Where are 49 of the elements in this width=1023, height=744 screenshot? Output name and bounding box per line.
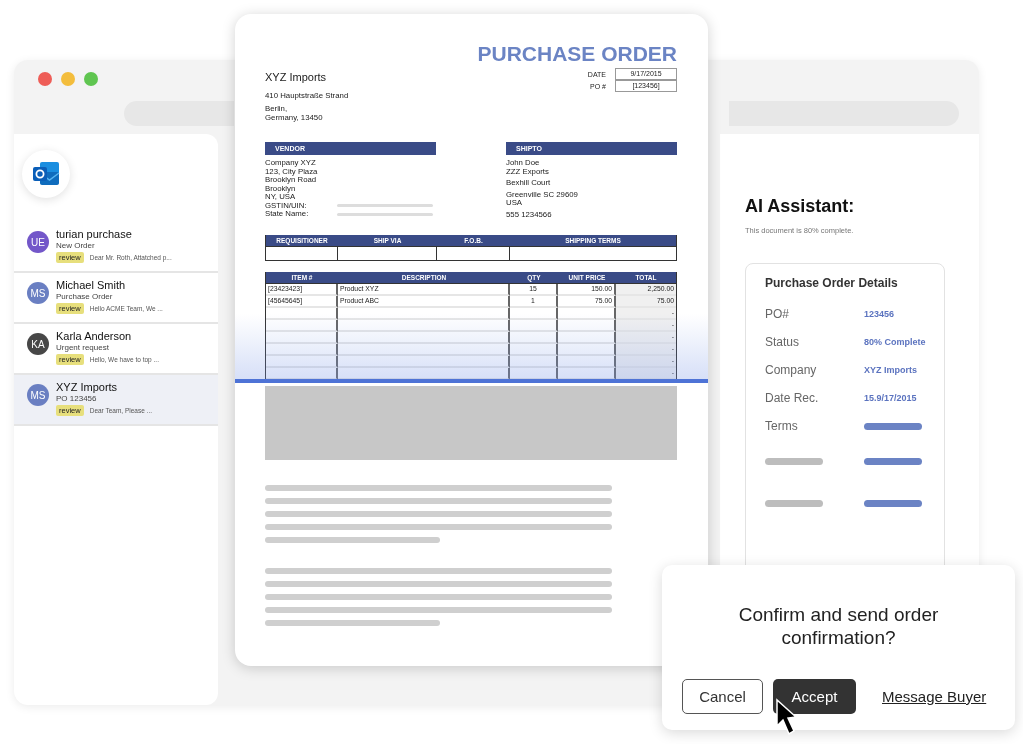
- mail-app-icon[interactable]: [22, 150, 70, 198]
- field-value: XYZ Imports: [864, 365, 917, 375]
- avatar: MS: [27, 384, 49, 406]
- sender-name: XYZ Imports: [56, 381, 119, 393]
- mail-subject: Purchase Order: [56, 292, 114, 301]
- dialog-message: Confirm and send order confirmation?: [738, 603, 939, 649]
- avatar: MS: [27, 282, 49, 304]
- field-value: 15.9/17/2015: [864, 393, 917, 403]
- company-name: XYZ Imports: [265, 71, 328, 83]
- accept-button[interactable]: Accept: [773, 679, 856, 714]
- field-label: Date Rec.: [765, 391, 820, 405]
- sender-name: turian purchase: [56, 228, 133, 240]
- table-cell: [510, 332, 558, 344]
- label-placeholder: [765, 499, 823, 507]
- mail-subject: New Order: [56, 241, 96, 250]
- field-label: PO#: [765, 307, 790, 321]
- field-label: Status: [765, 335, 801, 349]
- table-cell: [510, 344, 558, 356]
- cancel-button[interactable]: Cancel: [682, 679, 763, 714]
- close-dot-icon[interactable]: [38, 72, 52, 86]
- mail-subject: Urgent request: [56, 343, 110, 352]
- field-value: 123456: [864, 309, 895, 319]
- table-cell: [510, 308, 558, 320]
- table-cell: [266, 332, 338, 344]
- sender-name: Karla Anderson: [56, 330, 133, 342]
- value-placeholder: [864, 457, 922, 465]
- field-value: 80% Complete: [864, 337, 926, 347]
- table-cell: [266, 344, 338, 356]
- document-title: PURCHASE ORDER: [477, 42, 677, 66]
- zoom-dot-icon[interactable]: [84, 72, 98, 86]
- address-bar[interactable]: [124, 101, 234, 126]
- message-buyer-link[interactable]: Message Buyer: [882, 688, 987, 705]
- table-cell: [510, 320, 558, 332]
- value-placeholder: [864, 499, 922, 507]
- mail-subject: PO 123456: [56, 394, 98, 403]
- field-label: Company: [765, 363, 818, 377]
- minimize-dot-icon[interactable]: [61, 72, 75, 86]
- value-placeholder: [864, 422, 922, 430]
- avatar: UE: [27, 231, 49, 253]
- sender-name: Michael Smith: [56, 279, 127, 291]
- card-title: Purchase Order Details: [765, 276, 899, 290]
- field-label: Terms: [765, 419, 799, 433]
- table-cell: [266, 308, 338, 320]
- table-cell: [510, 356, 558, 368]
- avatar: KA: [27, 333, 49, 355]
- label-placeholder: [765, 457, 823, 465]
- assistant-title: AI Assistant:: [745, 196, 856, 217]
- table-cell: [266, 356, 338, 368]
- table-cell: [266, 320, 338, 332]
